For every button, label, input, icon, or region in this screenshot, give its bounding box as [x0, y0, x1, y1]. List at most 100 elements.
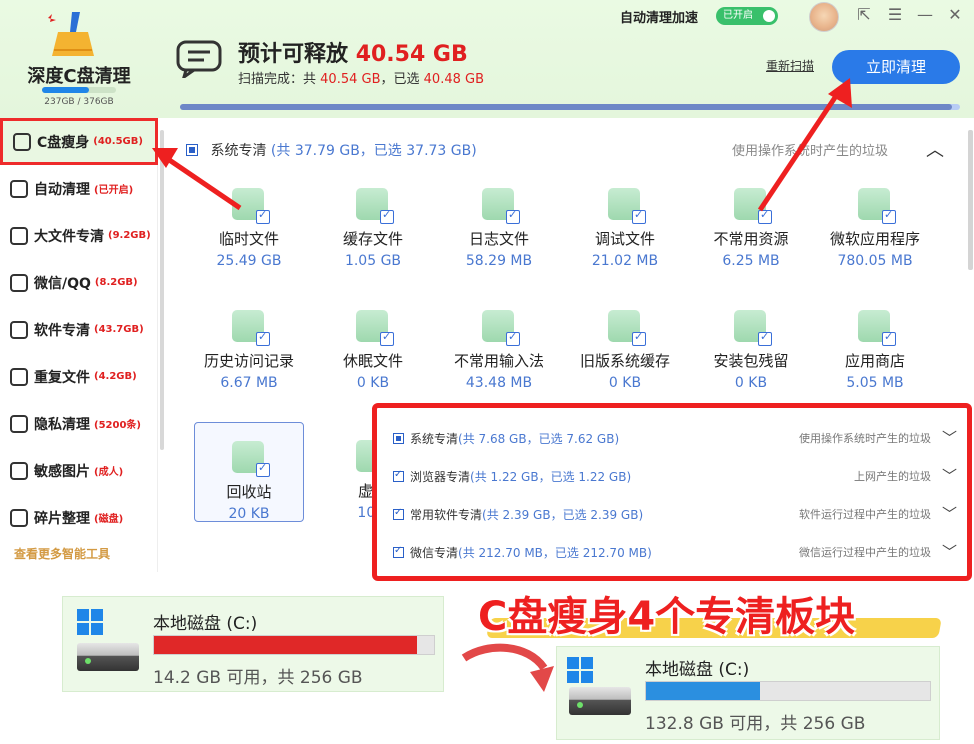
category-item[interactable]: 安装包残留 0 KB [696, 310, 806, 410]
drive-space-text: 14.2 GB 可用，共 256 GB [153, 668, 363, 688]
category-name: 缓存文件 [342, 230, 403, 248]
category-icon [480, 310, 520, 346]
sidebar-item-label: 隐私清理 [34, 416, 90, 433]
drive-card-after: 本地磁盘 (C:) 132.8 GB 可用，共 256 GB [556, 646, 940, 740]
close-icon[interactable]: ✕ [944, 4, 966, 26]
category-item[interactable]: 旧版系统缓存 0 KB [570, 310, 680, 410]
sidebar-item[interactable]: 软件专清 (43.7GB) [0, 306, 158, 353]
category-item[interactable]: 历史访问记录 6.67 MB [194, 310, 304, 410]
checkbox[interactable] [506, 330, 520, 346]
category-icon [732, 310, 772, 346]
section-header[interactable]: 系统专清 (共 37.79 GB，已选 37.73 GB) [186, 140, 477, 160]
scan-total: 40.54 GB [320, 72, 381, 87]
checkbox[interactable] [393, 469, 404, 482]
overlay-section-row[interactable]: 常用软件专清(共 2.39 GB，已选 2.39 GB) 软件运行过程中产生的垃圾… [393, 503, 963, 526]
category-item[interactable]: 应用商店 5.05 MB [820, 310, 930, 410]
checkbox[interactable] [256, 461, 270, 477]
sidebar-item[interactable]: C盘瘦身 (40.5GB) [0, 118, 158, 165]
category-icon [606, 310, 646, 346]
checkbox[interactable] [380, 330, 394, 346]
overlay-row-title: 系统专清 [410, 432, 459, 446]
checkbox[interactable] [632, 330, 646, 346]
category-size: 6.67 MB [220, 375, 278, 391]
overlay-section-row[interactable]: 系统专清(共 7.68 GB，已选 7.62 GB) 使用操作系统时产生的垃圾 ﹀ [393, 427, 963, 450]
category-name: 不常用资源 [713, 230, 789, 248]
category-icon [230, 310, 270, 346]
category-item[interactable]: 休眠文件 0 KB [318, 310, 428, 410]
headline-value: 40.54 GB [355, 42, 468, 67]
category-item[interactable]: 缓存文件 1.05 GB [318, 188, 428, 288]
menu-icon[interactable]: ☰ [884, 4, 906, 26]
category-item[interactable]: 调试文件 21.02 MB [570, 188, 680, 288]
checkbox[interactable] [393, 507, 404, 520]
checkbox[interactable] [380, 208, 394, 224]
clean-now-button[interactable]: 立即清理 [832, 50, 960, 84]
category-size: 58.29 MB [465, 253, 533, 269]
drive-card-before: 本地磁盘 (C:) 14.2 GB 可用，共 256 GB [62, 596, 444, 692]
main-scrollbar[interactable] [968, 130, 973, 270]
category-icon [856, 310, 896, 346]
sidebar-item-label: 碎片整理 [34, 510, 90, 527]
checkbox[interactable] [632, 208, 646, 224]
checkbox[interactable] [506, 208, 520, 224]
checkbox[interactable] [393, 545, 404, 558]
sidebar-item-badge: (40.5GB) [93, 136, 143, 147]
category-item[interactable]: 回收站 20 KB [194, 422, 304, 522]
overlay-section-row[interactable]: 浏览器专清(共 1.22 GB，已选 1.22 GB) 上网产生的垃圾 ﹀ [393, 465, 963, 488]
headline: 预计可释放 40.54 GB [238, 36, 468, 68]
sidebar-item[interactable]: 微信/QQ (8.2GB) [0, 259, 158, 306]
category-item[interactable]: 微软应用程序 780.05 MB [820, 188, 930, 288]
chevron-down-icon[interactable]: ﹀ [942, 465, 957, 486]
overlay-section-row[interactable]: 微信专清(共 212.70 MB，已选 212.70 MB) 微信运行过程中产生的… [393, 541, 963, 564]
category-item[interactable]: 不常用输入法 43.48 MB [444, 310, 554, 410]
scan-mid: ，已选 [380, 72, 420, 87]
sidebar-item-badge: (已开启) [94, 185, 134, 196]
section-list-overlay: 系统专清(共 7.68 GB，已选 7.62 GB)使用操作系统时产生的垃圾﹀ 浏… [372, 403, 972, 581]
checkbox[interactable] [758, 330, 772, 346]
sidebar-item-label: 敏感图片 [34, 463, 90, 480]
sidebar-item[interactable]: 自动清理 (已开启) [0, 165, 158, 212]
category-item[interactable]: 日志文件 58.29 MB [444, 188, 554, 288]
drive-space-text: 132.8 GB 可用，共 256 GB [645, 714, 866, 734]
category-size: 25.49 GB [216, 253, 282, 269]
duplicate-icon [10, 367, 28, 386]
category-item[interactable]: 临时文件 25.49 GB [194, 188, 304, 288]
drive-usage-bar [153, 635, 435, 655]
share-icon[interactable]: ⇱ [853, 4, 875, 26]
checkbox[interactable] [393, 433, 404, 444]
chevron-down-icon[interactable]: ﹀ [942, 541, 957, 562]
overlay-row-title: 浏览器专清 [410, 470, 471, 484]
auto-accel-toggle[interactable]: 已开启 [716, 7, 778, 25]
category-name: 应用商店 [844, 352, 905, 370]
sidebar-item[interactable]: 重复文件 (4.2GB) [0, 353, 158, 400]
minimize-icon[interactable]: — [914, 4, 936, 26]
chevron-up-icon[interactable]: ︿ [926, 136, 944, 162]
drive-name: 本地磁盘 (C:) [645, 660, 750, 680]
category-item[interactable]: 不常用资源 6.25 MB [696, 188, 806, 288]
sidebar-scrollbar[interactable] [160, 130, 164, 450]
chevron-down-icon[interactable]: ﹀ [942, 503, 957, 524]
sidebar-item[interactable]: 碎片整理 (磁盘) [0, 494, 158, 541]
category-size: 20 KB [228, 506, 270, 522]
category-size: 21.02 MB [591, 253, 659, 269]
sensitive-image-icon [10, 461, 28, 480]
avatar[interactable] [809, 2, 839, 32]
overlay-row-summary: (共 1.22 GB，已选 1.22 GB) [470, 470, 632, 484]
rescan-link[interactable]: 重新扫描 [766, 57, 814, 74]
sidebar-item[interactable]: 大文件专清 (9.2GB) [0, 212, 158, 259]
category-name: 微软应用程序 [829, 230, 920, 248]
checkbox[interactable] [882, 330, 896, 346]
checkbox[interactable] [256, 330, 270, 346]
scan-progress-bar [180, 104, 960, 110]
sidebar-item[interactable]: 敏感图片 (成人) [0, 447, 158, 494]
overlay-row-title: 常用软件专清 [410, 508, 483, 522]
sidebar-item[interactable]: 隐私清理 (5200条) [0, 400, 158, 447]
more-tools-link[interactable]: 查看更多智能工具 [14, 545, 110, 562]
checkbox[interactable] [882, 208, 896, 224]
section-checkbox[interactable] [186, 144, 198, 156]
chevron-down-icon[interactable]: ﹀ [942, 427, 957, 448]
sidebar-item-badge: (磁盘) [94, 514, 124, 525]
checkbox[interactable] [758, 208, 772, 224]
sidebar-item-badge: (5200条) [94, 420, 141, 431]
checkbox[interactable] [256, 208, 270, 224]
